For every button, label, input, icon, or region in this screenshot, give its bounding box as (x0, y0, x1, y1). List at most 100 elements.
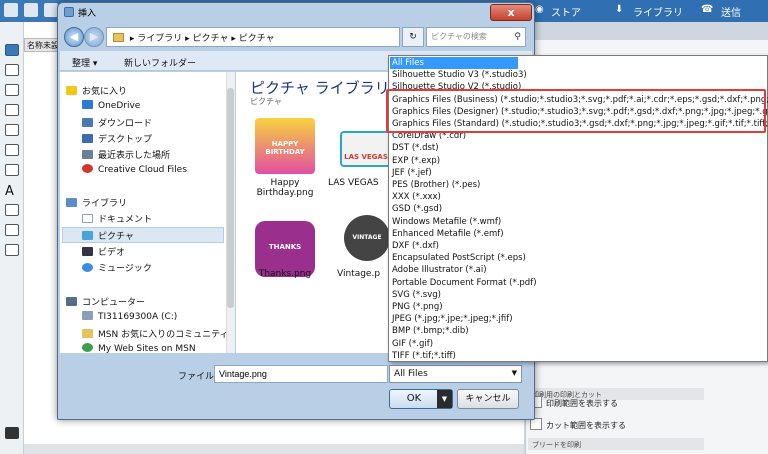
library-icon (66, 198, 77, 207)
show-cut-area-label: カット範囲を表示する (546, 421, 626, 430)
filetype-option[interactable]: JPEG (*.jpg;*.jpe;*.jpeg;*.jfif) (392, 313, 513, 325)
organize-button[interactable]: 整理 ▾ (72, 56, 97, 69)
rectangle-tool-icon[interactable] (5, 124, 19, 136)
back-arrow-icon[interactable]: ◀ (64, 27, 84, 47)
sidebar-item-pictures[interactable]: ピクチャ (82, 229, 134, 242)
sidebar-item-videos[interactable]: ビデオ (82, 245, 125, 258)
sidebar-item-desktop[interactable]: デスクトップ (82, 132, 152, 145)
cancel-button[interactable]: キャンセル (457, 389, 519, 409)
drive-icon (82, 311, 93, 320)
nav-library[interactable]: ライブラリ (633, 4, 683, 19)
new-folder-button[interactable]: 新しいフォルダー (124, 56, 196, 69)
tool-sidebar: A (0, 22, 24, 454)
filetype-option[interactable]: BMP (*.bmp;*.dib) (392, 325, 469, 337)
save-icon[interactable] (44, 3, 58, 17)
dialog-title: 挿入 (78, 9, 97, 19)
filetype-option[interactable]: PNG (*.png) (392, 301, 443, 313)
music-icon (82, 263, 93, 272)
line-tool-icon[interactable] (5, 84, 19, 96)
filetype-option[interactable]: XXX (*.xxx) (392, 191, 441, 203)
close-button[interactable]: x (490, 4, 532, 21)
breadcrumb-libraries[interactable]: ライブラリ (137, 34, 182, 44)
sidebar-item-computer[interactable]: コンピューター (66, 295, 145, 308)
point-edit-icon[interactable] (5, 64, 19, 76)
sidebar-item-downloads[interactable]: ダウンロード (82, 116, 152, 129)
nav-store[interactable]: ストア (551, 4, 581, 19)
new-file-icon[interactable] (4, 3, 18, 17)
filetype-option[interactable]: TIFF (*.tif;*.tiff) (392, 350, 456, 362)
navigation-pane: お気に入り OneDrive ダウンロード デスクトップ 最近表示した場所 Cr… (60, 72, 229, 354)
filetype-option[interactable]: Encapsulated PostScript (*.eps) (392, 252, 526, 264)
library-subtitle: ピクチャ (250, 97, 282, 106)
filetype-option[interactable]: GIF (*.gif) (392, 338, 433, 350)
file-name-thanks[interactable]: Thanks.png (246, 269, 324, 279)
sidebar-item-creative-cloud[interactable]: Creative Cloud Files (82, 164, 187, 175)
recent-places-icon (82, 150, 93, 159)
navigation-bar: ◀ ▶ ▸ ライブラリ ▸ ピクチャ ▸ ピクチャ ↻ ピクチャの検索 ⚲ (60, 25, 532, 49)
select-tool-icon[interactable] (5, 44, 19, 56)
library-icon[interactable]: ⬇ (615, 4, 623, 15)
desktop-icon (82, 134, 93, 143)
file-name-happy-birthday[interactable]: Happy Birthday.png (246, 178, 324, 198)
filetype-select[interactable]: All Files ▼ (389, 365, 522, 383)
file-name-vintage[interactable]: Vintage.p (337, 269, 389, 279)
sidebar-item-documents[interactable]: ドキュメント (82, 212, 152, 225)
file-thumbnail-happy-birthday[interactable]: HAPPY BIRTHDAY (255, 118, 315, 174)
filetype-option[interactable]: SVG (*.svg) (392, 289, 441, 301)
text-tool-icon[interactable]: A (5, 184, 19, 199)
filetype-option[interactable]: JEF (*.jef) (392, 167, 432, 179)
nav-send[interactable]: 送信 (721, 4, 741, 19)
address-bar[interactable]: ▸ ライブラリ ▸ ピクチャ ▸ ピクチャ (106, 27, 400, 47)
file-name-las-vegas[interactable]: LAS VEGAS (328, 178, 394, 188)
polygon-tool-icon[interactable] (5, 144, 19, 156)
app-nav: ◉ ストア ⬇ ライブラリ ☎ 送信 (525, 0, 768, 22)
filetype-option[interactable]: Enhanced Metafile (*.emf) (392, 228, 504, 240)
sidebar-item-onedrive[interactable]: OneDrive (82, 100, 140, 111)
filetype-option[interactable]: DXF (*.dxf) (392, 240, 439, 252)
filetype-option[interactable]: Portable Document Format (*.pdf) (392, 277, 537, 289)
sidebar-item-music[interactable]: ミュージック (82, 261, 152, 274)
pencil-tool-icon[interactable] (5, 164, 19, 176)
open-folder-icon[interactable] (24, 3, 38, 17)
breadcrumb-pictures[interactable]: ピクチャ (193, 34, 229, 44)
horizontal-scrollbar[interactable] (24, 444, 524, 454)
filetype-option[interactable]: DST (*.dst) (392, 142, 439, 154)
store-icon[interactable]: ◉ (535, 4, 544, 15)
curve-tool-icon[interactable] (5, 104, 19, 116)
filetype-option[interactable]: Windows Metafile (*.wmf) (392, 216, 501, 228)
filetype-option[interactable]: PES (Brother) (*.pes) (392, 179, 480, 191)
pictures-icon (82, 231, 93, 240)
sidebar-item-recent[interactable]: 最近表示した場所 (82, 148, 170, 161)
filetype-option[interactable]: Silhouette Studio V3 (*.studio3) (392, 69, 527, 81)
knife-tool-icon[interactable] (5, 224, 19, 236)
sidebar-item-drive-c[interactable]: TI31169300A (C:) (82, 311, 177, 322)
folder-icon (82, 329, 93, 338)
cloud-icon (82, 100, 93, 109)
eraser-tool-icon[interactable] (5, 204, 19, 216)
library-folder-icon[interactable] (5, 427, 19, 439)
breadcrumb-pictures-2[interactable]: ピクチャ (239, 34, 275, 44)
scrollbar-thumb[interactable] (227, 88, 234, 308)
ok-split-arrow-icon[interactable]: ▼ (437, 390, 452, 408)
sidebar-item-libraries[interactable]: ライブラリ (66, 196, 127, 209)
send-icon[interactable]: ☎ (701, 4, 713, 15)
file-thumbnail-vintage[interactable]: VINTAGE (344, 215, 390, 261)
dialog-footer (60, 353, 532, 419)
filename-input[interactable] (214, 365, 388, 383)
folder-icon (113, 33, 124, 42)
eyedropper-tool-icon[interactable] (5, 244, 19, 256)
sidebar-item-msn-community[interactable]: MSN お気に入りのコミュニティ (82, 327, 229, 340)
download-folder-icon (82, 118, 93, 127)
msn-icon (82, 343, 93, 352)
filetype-option[interactable]: EXP (*.exp) (392, 155, 440, 167)
search-icon[interactable]: ⚲ (514, 32, 521, 42)
sidebar-item-favorites[interactable]: お気に入り (66, 84, 127, 97)
refresh-icon[interactable]: ↻ (402, 27, 424, 47)
computer-icon (66, 297, 77, 306)
filetype-option[interactable]: All Files (392, 57, 424, 69)
forward-arrow-icon[interactable]: ▶ (84, 27, 104, 47)
file-thumbnail-las-vegas[interactable]: LAS VEGAS (340, 131, 392, 167)
filetype-option[interactable]: Adobe Illustrator (*.ai) (392, 264, 487, 276)
search-input[interactable]: ピクチャの検索 ⚲ (426, 27, 526, 47)
filetype-option[interactable]: GSD (*.gsd) (392, 203, 442, 215)
